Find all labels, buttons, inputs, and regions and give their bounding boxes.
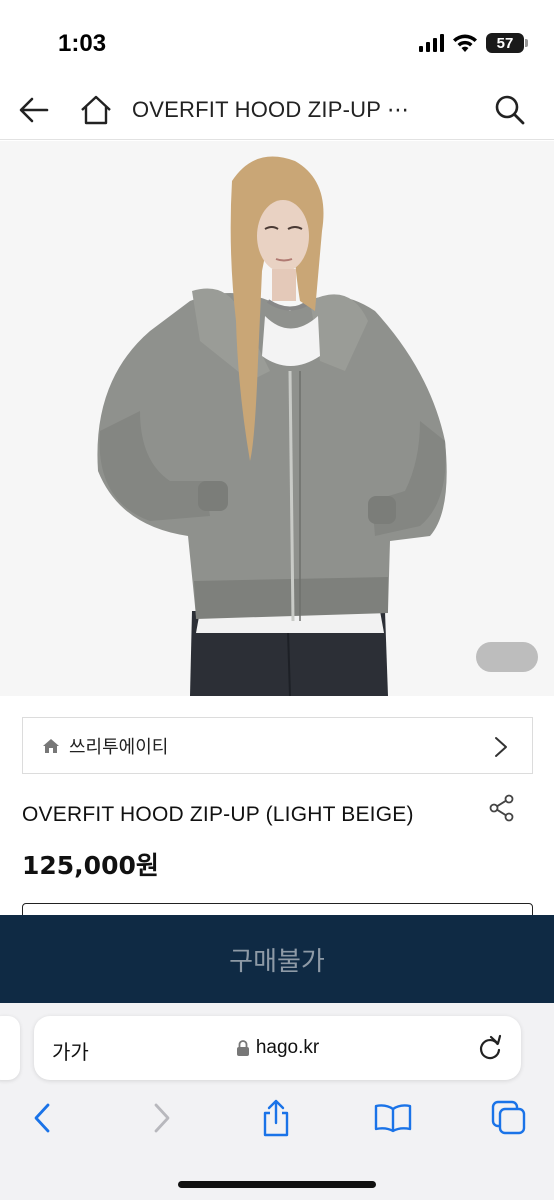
status-bar: 1:03 57: [0, 0, 554, 80]
product-image[interactable]: [0, 141, 554, 696]
share-icon[interactable]: [488, 794, 516, 827]
product-name: OVERFIT HOOD ZIP-UP (LIGHT BEIGE): [22, 803, 414, 826]
browser-forward-icon[interactable]: [142, 1098, 182, 1138]
reload-icon[interactable]: [477, 1034, 503, 1062]
browser-share-icon[interactable]: [256, 1098, 296, 1138]
address-bar[interactable]: 가가 hago.kr: [34, 1016, 521, 1080]
bookmarks-icon[interactable]: [373, 1098, 413, 1138]
status-icons: 57: [419, 33, 528, 53]
previous-tab-preview[interactable]: [0, 1016, 20, 1080]
wifi-icon: [453, 34, 477, 52]
url-text: hago.kr: [255, 1037, 320, 1058]
url-display[interactable]: hago.kr: [34, 1037, 521, 1059]
product-photo: [0, 141, 554, 696]
brand-home-icon: [43, 738, 59, 753]
browser-back-icon[interactable]: [22, 1098, 62, 1138]
lock-icon: [236, 1040, 249, 1056]
buy-button-label: 구매불가: [229, 946, 325, 977]
cellular-signal-icon: [419, 34, 444, 52]
chevron-right-icon: [495, 737, 507, 757]
browser-toolbar: [0, 1098, 554, 1144]
brand-row[interactable]: 쓰리투에이티: [22, 717, 533, 774]
home-icon[interactable]: [78, 92, 114, 128]
search-icon[interactable]: [492, 92, 528, 128]
image-page-indicator: [476, 642, 538, 672]
tabs-icon[interactable]: [489, 1098, 529, 1138]
status-time: 1:03: [58, 30, 107, 57]
page-header: OVERFIT HOOD ZIP-UP ⋯: [0, 80, 554, 140]
back-arrow-icon[interactable]: [16, 92, 52, 128]
home-indicator: [178, 1181, 376, 1188]
buy-button[interactable]: 구매불가: [0, 915, 554, 1003]
page-title: OVERFIT HOOD ZIP-UP ⋯: [132, 97, 410, 122]
browser-bottom-bar: 가가 hago.kr: [0, 1003, 554, 1200]
product-price: 125,000원: [22, 851, 159, 880]
battery-icon: 57: [486, 33, 528, 53]
brand-name: 쓰리투에이티: [69, 736, 169, 758]
